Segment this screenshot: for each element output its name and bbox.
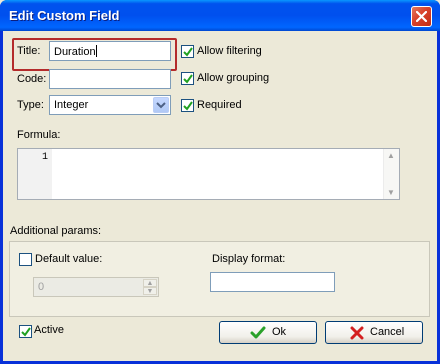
code-label: Code: [17, 73, 47, 85]
allow-grouping-label: Allow grouping [197, 72, 270, 84]
title-bar[interactable]: Edit Custom Field [0, 0, 440, 31]
close-icon [416, 11, 427, 22]
dialog-body: Title: Duration Allow filtering Code: Al… [3, 31, 437, 361]
display-format-label: Display format: [212, 253, 286, 265]
formula-label: Formula: [17, 129, 61, 141]
title-label: Title: [17, 45, 41, 57]
spinner-arrows: ▲ ▼ [143, 279, 157, 295]
x-icon [350, 326, 364, 340]
additional-params-label: Additional params: [10, 225, 102, 237]
ok-button-label: Ok [272, 326, 287, 338]
required-label: Required [197, 99, 242, 111]
scroll-down-icon[interactable]: ▼ [387, 188, 395, 197]
required-checkbox[interactable] [181, 99, 194, 112]
checkmark-icon [21, 327, 31, 337]
window-title: Edit Custom Field [9, 8, 120, 23]
checkmark-icon [250, 326, 266, 339]
ok-button[interactable]: Ok [219, 321, 317, 344]
scroll-up-icon[interactable]: ▲ [387, 151, 395, 160]
close-button[interactable] [411, 6, 432, 27]
spin-down-icon: ▼ [143, 287, 157, 295]
type-select-value: Integer [54, 99, 89, 111]
display-format-input[interactable] [210, 272, 335, 292]
checkmark-icon [183, 47, 193, 57]
dialog-window: Edit Custom Field Title: Duration Allow … [0, 0, 440, 364]
formula-editor[interactable]: 1 ▲ ▼ [17, 148, 400, 200]
line-number: 1 [41, 152, 48, 163]
title-input-value: Duration [54, 46, 96, 58]
default-value-checkbox[interactable] [19, 253, 32, 266]
type-select[interactable]: Integer [49, 95, 171, 115]
cancel-button-label: Cancel [370, 326, 405, 338]
allow-filtering-label: Allow filtering [197, 45, 262, 57]
type-label: Type: [17, 99, 44, 111]
default-value-input: 0 [38, 281, 45, 293]
dropdown-button[interactable] [153, 97, 169, 113]
title-input[interactable]: Duration [49, 41, 171, 61]
formula-scrollbar[interactable]: ▲ ▼ [383, 149, 399, 199]
default-value-label: Default value: [35, 253, 103, 265]
text-caret [95, 45, 97, 57]
default-value-spinner: 0 ▲ ▼ [33, 277, 159, 297]
checkmark-icon [183, 74, 193, 84]
active-checkbox[interactable] [19, 325, 32, 338]
chevron-down-icon [156, 102, 166, 109]
cancel-button[interactable]: Cancel [325, 321, 423, 344]
allow-filtering-checkbox[interactable] [181, 45, 194, 58]
spin-up-icon: ▲ [143, 279, 157, 287]
line-number-gutter: 1 [18, 149, 52, 199]
allow-grouping-checkbox[interactable] [181, 72, 194, 85]
active-label: Active [34, 324, 64, 336]
code-input[interactable] [49, 69, 171, 89]
checkmark-icon [183, 101, 193, 111]
